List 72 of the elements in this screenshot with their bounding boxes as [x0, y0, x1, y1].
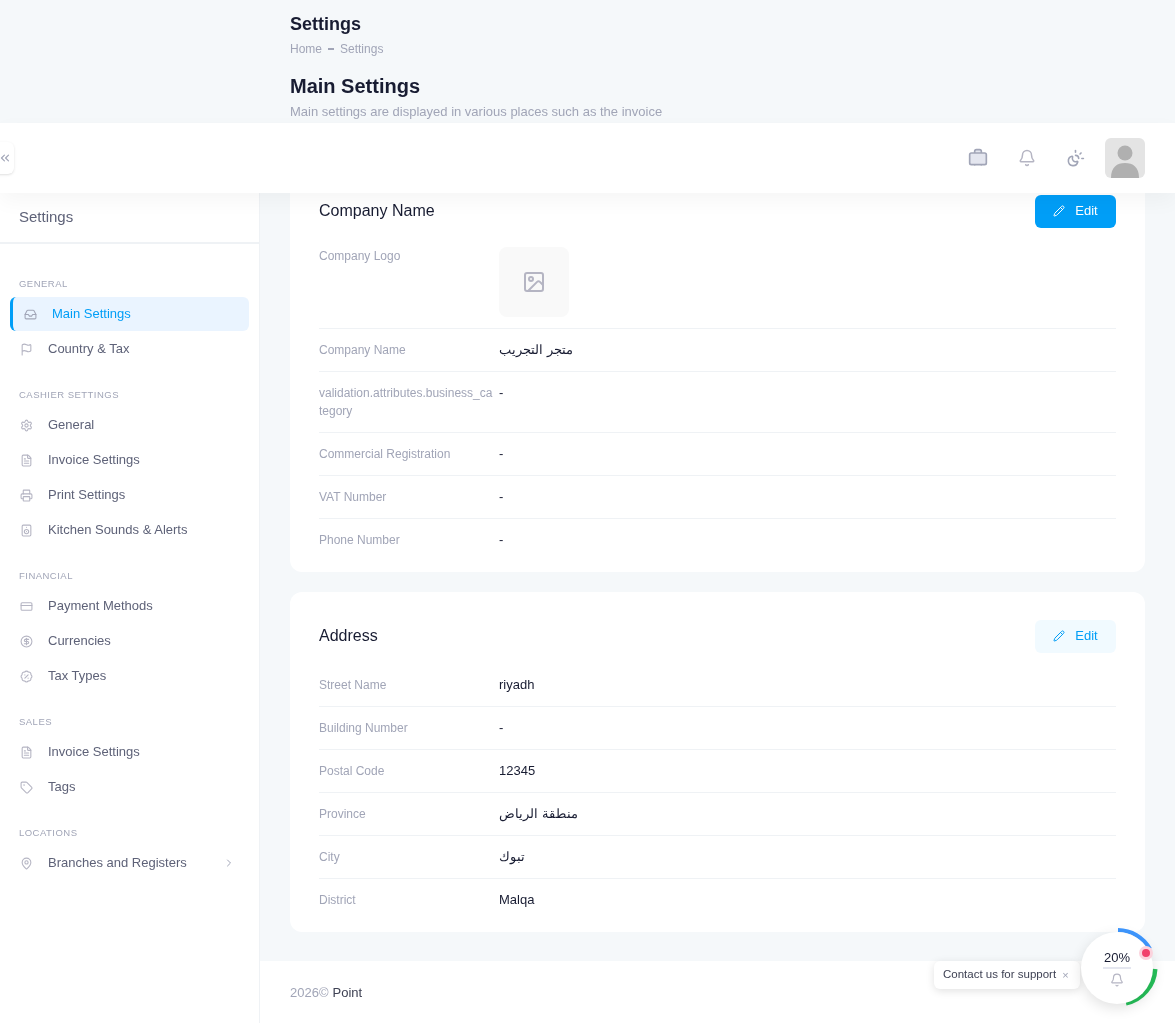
bell-icon[interactable] — [1018, 149, 1036, 167]
footer-year: 2026© — [290, 985, 329, 1000]
field-label: Province — [319, 806, 367, 823]
tag-icon — [20, 780, 33, 794]
field-label: District — [319, 892, 357, 909]
field-value: متجر التجريب — [499, 342, 573, 357]
field-value: - — [499, 532, 504, 547]
field-value: - — [499, 489, 504, 504]
printer-icon — [20, 488, 33, 502]
percent-badge-icon — [20, 669, 33, 683]
credit-card-icon — [20, 599, 33, 613]
avatar[interactable] — [1105, 138, 1145, 178]
sidebar-item[interactable]: General — [10, 408, 249, 442]
sidebar-title: Settings — [19, 207, 74, 228]
section-description: Main settings are displayed in various places such as the invoice — [290, 103, 664, 121]
field-value: 12345 — [499, 763, 536, 778]
sidebar-item[interactable]: Tags — [10, 770, 249, 804]
briefcase-icon[interactable] — [968, 148, 988, 168]
section-label: LOCATIONS — [18, 826, 79, 840]
field-value: riyadh — [499, 677, 535, 692]
field-label: Company Name — [319, 342, 407, 359]
field-value: تبوك — [499, 849, 525, 864]
sidebar-item[interactable]: Branches and Registers — [10, 846, 249, 880]
card-title: Company Name — [319, 201, 435, 221]
sidebar-item[interactable]: Currencies — [10, 624, 249, 658]
field-label: Street Name — [319, 677, 388, 694]
section-title: Main Settings — [290, 74, 421, 99]
field-label: Building Number — [319, 720, 409, 737]
progress-arc — [1125, 968, 1158, 1006]
sidebar-item[interactable]: Country & Tax — [10, 332, 249, 366]
field-value: - — [499, 385, 504, 400]
support-message[interactable]: Contact us for support × — [934, 961, 1080, 989]
sidebar-item[interactable]: Tax Types — [10, 659, 249, 693]
pencil-icon — [1053, 630, 1066, 642]
footer-link[interactable]: Point — [332, 985, 363, 1000]
field-label: Phone Number — [319, 532, 401, 549]
sidebar-item[interactable]: Invoice Settings — [10, 735, 249, 769]
chevrons-left-icon — [0, 151, 12, 165]
section-label: CASHIER SETTINGS — [18, 388, 120, 402]
field-label: City — [319, 849, 341, 866]
map-pin-icon — [20, 856, 33, 870]
image-icon — [522, 270, 546, 294]
field-label: Commercial Registration — [319, 446, 452, 463]
field-label: Company Logo — [319, 248, 402, 265]
document-icon — [20, 745, 33, 759]
progress-percent: 20% — [1103, 949, 1131, 969]
dollar-coin-icon — [20, 634, 33, 648]
field-label: Postal Code — [319, 763, 386, 780]
field-value: Malqa — [499, 892, 535, 907]
document-icon — [20, 453, 33, 467]
section-label: GENERAL — [18, 277, 69, 291]
speaker-icon — [20, 523, 33, 537]
sidebar-item[interactable]: Kitchen Sounds & Alerts — [10, 513, 249, 547]
theme-toggle-icon[interactable] — [1066, 148, 1085, 168]
section-label: SALES — [18, 715, 53, 729]
sidebar-item[interactable]: Invoice Settings — [10, 443, 249, 477]
card-title: Address — [319, 626, 378, 646]
bell-icon — [1110, 973, 1124, 987]
field-value: منطقة الرياض — [499, 806, 578, 821]
sidebar-item[interactable]: Print Settings — [10, 478, 249, 512]
field-label: VAT Number — [319, 489, 388, 506]
section-label: FINANCIAL — [18, 569, 74, 583]
tray-icon — [24, 307, 37, 321]
field-label: validation.attributes.business_category — [319, 385, 494, 420]
field-value: - — [499, 446, 504, 461]
pencil-icon — [1053, 205, 1066, 217]
breadcrumb-separator — [328, 48, 334, 50]
field-value: - — [499, 720, 504, 735]
settings-icon — [20, 418, 33, 432]
sidebar-item[interactable]: Payment Methods — [10, 589, 249, 623]
flag-icon — [20, 342, 33, 356]
page-title: Settings — [290, 13, 362, 36]
